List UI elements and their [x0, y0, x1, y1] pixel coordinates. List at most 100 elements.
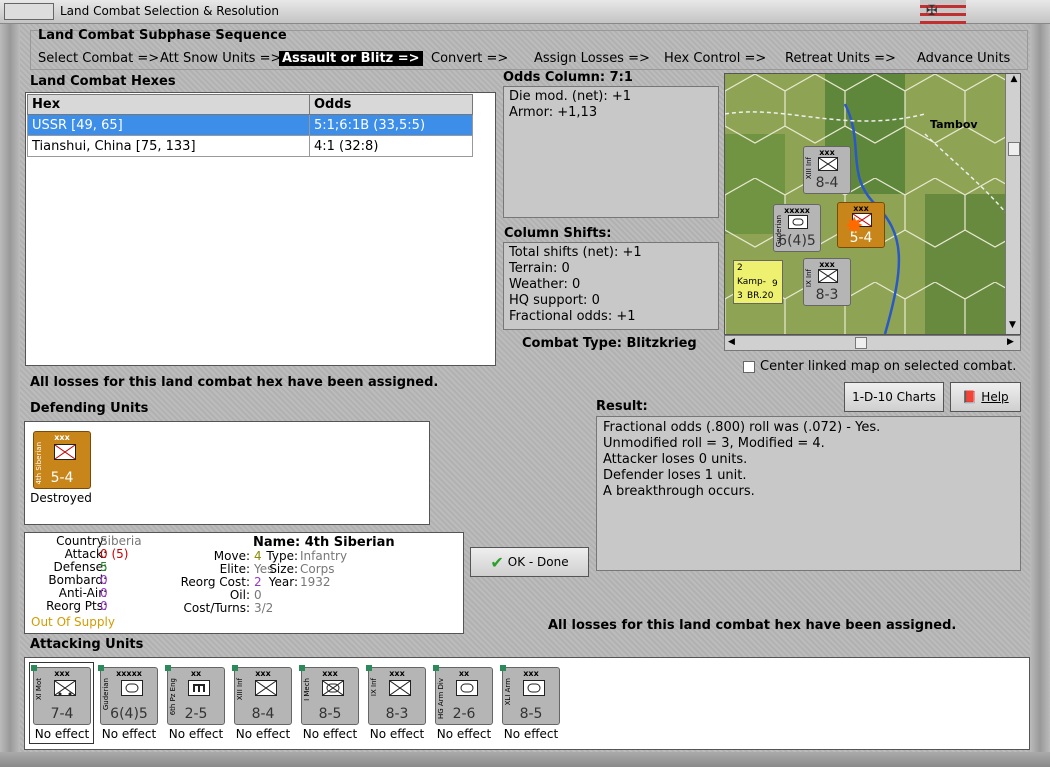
attacker-counter[interactable]: xxx IX Inf 8-3	[366, 665, 426, 725]
counter-value: 5-4	[50, 470, 74, 486]
checkmark-icon: ✔	[490, 552, 504, 572]
scroll-left-icon[interactable]: ◀	[728, 337, 735, 347]
unit-name-row: Name: 4th Siberian	[253, 535, 395, 550]
hex-list-panel: Hex Odds USSR [49, 65] 5:1;6:1B (33,5:5)…	[25, 92, 496, 366]
info-labels-col1: Country: Attack: Defense: Bombard: Anti-…	[17, 535, 107, 613]
map-city-label: Tambov	[930, 118, 978, 131]
odds-cell[interactable]: 4:1 (32:8)	[309, 135, 473, 157]
map-vscrollbar[interactable]: ▲ ▼	[1005, 74, 1020, 334]
hex-table-header: Hex Odds	[27, 94, 473, 115]
armor-text: Armor: +1,13	[509, 105, 598, 120]
result-line: Fractional odds (.800) roll was (.072) -…	[603, 420, 881, 435]
armor-icon	[788, 215, 808, 229]
infantry-icon	[818, 269, 838, 283]
counter-size: xxx	[322, 669, 338, 678]
attacker-status: No effect	[436, 727, 492, 741]
counter-value: 6(4)5	[778, 233, 816, 249]
result-line: A breakthrough occurs.	[603, 484, 755, 499]
reorg-pts-value: 0	[100, 599, 108, 613]
result-title: Result:	[596, 399, 648, 414]
counter-size: xxxxx	[784, 206, 810, 215]
odds-cell[interactable]: 5:1;6:1B (33,5:5)	[309, 114, 473, 136]
armor-icon	[456, 680, 478, 696]
counter-size: xx	[190, 669, 202, 678]
result-line: Attacker loses 0 units.	[603, 452, 748, 467]
table-row[interactable]: Tianshui, China [75, 133] 4:1 (32:8)	[27, 135, 473, 157]
counter-value: 6(4)5	[110, 706, 148, 722]
combat-window: Land Combat Selection & Resolution ✠ Lan…	[0, 0, 1050, 767]
shifts-panel: Total shifts (net): +1 Terrain: 0 Weathe…	[503, 242, 719, 330]
defending-units-title: Defending Units	[30, 401, 149, 416]
attacker-counter[interactable]: xxx XIII Inf 8-4	[232, 665, 292, 725]
attacker-status: No effect	[302, 727, 358, 741]
explosion-icon: ✸	[845, 214, 864, 239]
center-map-label: Center linked map on selected combat.	[760, 359, 1017, 374]
seq-step-select-combat: Select Combat =>	[38, 51, 160, 66]
help-book-icon: 📕	[962, 390, 978, 404]
ok-done-button[interactable]: ✔ OK - Done	[470, 547, 589, 577]
attacker-counter[interactable]: xx HG Arm Div 2-6	[433, 665, 493, 725]
attack-value: 0	[100, 547, 108, 561]
defender-status: Destroyed	[30, 491, 92, 505]
center-map-checkbox[interactable]	[743, 361, 755, 373]
counter-size: xx	[458, 669, 470, 678]
col-odds[interactable]: Odds	[309, 94, 473, 115]
map-vscroll-thumb[interactable]	[1008, 142, 1020, 156]
info-values-col1: Siberia 0 (5) 5 0 0 0	[100, 535, 142, 613]
map-counter-xiii[interactable]: xxx XIII Inf 8-4	[803, 146, 851, 194]
scroll-down-icon[interactable]: ▼	[1009, 320, 1016, 330]
infantry-icon	[818, 157, 838, 171]
scroll-right-icon[interactable]: ▶	[1007, 337, 1014, 347]
map-counter-ix[interactable]: xxx IX Inf 8-3	[803, 258, 851, 306]
system-menu-button[interactable]	[4, 3, 54, 20]
losses-assigned-message: All losses for this land combat hex have…	[30, 375, 439, 390]
counter-label: IX Inf	[370, 678, 378, 697]
inf-icon	[255, 680, 277, 696]
result-losses-message: All losses for this land combat hex have…	[548, 618, 957, 633]
cost-turns-value: 3/2	[254, 601, 274, 615]
attacker-counter[interactable]: xxx XLI Arm 8-5	[500, 665, 560, 725]
table-row[interactable]: USSR [49, 65] 5:1;6:1B (33,5:5)	[27, 114, 473, 136]
hex-cell[interactable]: Tianshui, China [75, 133]	[27, 135, 310, 157]
attacker-counter[interactable]: xxx I Mech 8-5	[299, 665, 359, 725]
attacker-counter[interactable]: xxxxx Guderian 6(4)5	[98, 665, 158, 725]
attacker-counter[interactable]: xx 6th Pz Eng 2-5	[165, 665, 225, 725]
attacking-units-panel: xxx XI Mot 7-4 No effect xxxxx Guderian 6(4)5 N…	[24, 657, 1030, 750]
seq-step-retreat: Retreat Units =>	[785, 51, 896, 66]
counter-size: xxx	[853, 204, 869, 213]
fractional-odds-text: Fractional odds: +1	[509, 309, 636, 324]
column-shifts-title: Column Shifts:	[504, 226, 612, 241]
window-title: Land Combat Selection & Resolution	[60, 4, 279, 18]
hq-support-text: HQ support: 0	[509, 293, 600, 308]
unit-info-panel: Country: Attack: Defense: Bombard: Anti-…	[24, 532, 464, 634]
weather-text: Weather: 0	[509, 277, 581, 292]
counter-label: XIII Inf	[236, 678, 244, 701]
seq-step-assign-losses: Assign Losses =>	[534, 51, 650, 66]
counter-size: xxx	[819, 260, 835, 269]
seq-step-hex-control: Hex Control =>	[664, 51, 767, 66]
map-counter-guderian[interactable]: xxxxx Guderian 6(4)5	[773, 204, 821, 252]
counter-value: 2-5	[184, 706, 208, 722]
map-hscroll-thumb[interactable]	[855, 337, 867, 349]
map-hscrollbar[interactable]: ◀ ▶	[724, 335, 1021, 351]
linked-map[interactable]: Tambov ▲ ▼ xxx XIII Inf 8-4 xxxxx Guderi…	[724, 73, 1021, 335]
map-counter-air[interactable]: 2 Kamp- 9 3 BR.20	[733, 260, 783, 304]
name-value: 4th Siberian	[304, 535, 395, 550]
inf-icon	[389, 680, 411, 696]
defender-counter[interactable]: xxx 4th Siberian 5-4	[33, 431, 91, 489]
window-frame-right	[1030, 24, 1050, 764]
help-button[interactable]: 📕 Help	[950, 382, 1021, 412]
col-hex[interactable]: Hex	[27, 94, 310, 115]
scroll-up-icon[interactable]: ▲	[1006, 74, 1020, 84]
land-combat-hexes-title: Land Combat Hexes	[30, 74, 176, 89]
seq-step-att-snow: Att Snow Units =>	[160, 51, 282, 66]
hex-cell[interactable]: USSR [49, 65]	[27, 114, 310, 136]
seq-step-convert: Convert =>	[431, 51, 509, 66]
armor-icon	[121, 680, 143, 696]
attacker-status: No effect	[235, 727, 291, 741]
charts-button[interactable]: 1-D-10 Charts	[844, 382, 944, 412]
hex-table: Hex Odds USSR [49, 65] 5:1;6:1B (33,5:5)…	[27, 94, 473, 157]
info-labels-col3: Type: Size: Year:	[258, 550, 298, 589]
air-base: 3	[737, 291, 743, 301]
eng-icon	[188, 680, 210, 696]
